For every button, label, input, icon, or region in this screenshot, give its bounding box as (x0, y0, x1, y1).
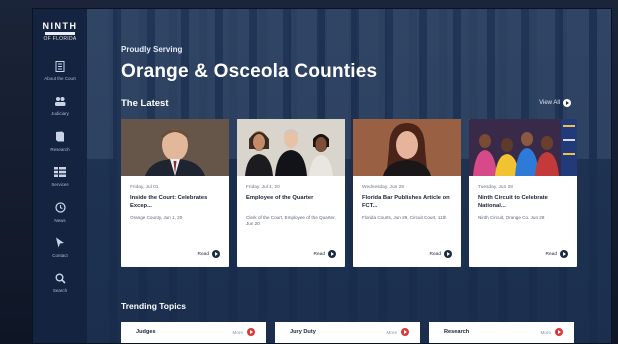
card-photo-author (353, 119, 461, 176)
card-excerpt: Ninth Circuit, Orange Co. Jun 28 (478, 215, 545, 220)
chevron-right-icon (563, 99, 571, 107)
sidebar-item-search[interactable]: Search (33, 272, 87, 293)
read-label: Read (197, 251, 209, 257)
card-title: Florida Bar Publishes Article on FCT... (362, 195, 450, 209)
chevron-right-icon (212, 250, 220, 258)
news-card[interactable]: Friday, Jul 1, 20 Employee of the Quarte… (237, 119, 345, 267)
more-label: More (386, 329, 397, 335)
read-label: Read (429, 251, 441, 257)
sidebar-item-about[interactable]: About the Court (33, 60, 87, 81)
sidebar-item-label: Search (52, 288, 68, 294)
sidebar-item-label: Judiciary (51, 111, 69, 117)
chevron-right-icon (401, 328, 409, 336)
read-link[interactable]: Read (198, 250, 220, 258)
card-excerpt: Clerk of the Court, Employee of the Quar… (246, 215, 336, 227)
main-content: Proudly Serving Orange & Osceola Countie… (87, 9, 611, 343)
topic-label: Jury Duty (290, 329, 316, 335)
trending-topic-list: Judges More Jury Duty More Research More (121, 322, 574, 343)
news-card[interactable]: Tuesday, Jun 28 Ninth Circuit to Celebra… (469, 119, 577, 267)
chevron-right-icon (560, 250, 568, 258)
card-excerpt: Orange County, Jun 1, 20 (130, 215, 183, 220)
topic-research[interactable]: Research More (429, 322, 574, 343)
sidebar-item-label: About the Court (44, 76, 76, 81)
sidebar-item-judiciary[interactable]: Judiciary (33, 95, 87, 116)
card-excerpt: Florida Courts, Jun 29, Circuit Court, 1… (362, 215, 447, 220)
grid-icon (54, 166, 66, 178)
chevron-right-icon (247, 328, 255, 336)
news-card[interactable]: Friday, Jul 01 Inside the Court: Celebra… (121, 119, 229, 267)
read-link[interactable]: Read (314, 250, 336, 258)
news-card[interactable]: Wednesday, Jun 29 Florida Bar Publishes … (353, 119, 461, 267)
logo-divider (45, 32, 75, 35)
chevron-right-icon (444, 250, 452, 258)
people-icon (54, 95, 66, 107)
view-all-link[interactable]: View All (539, 99, 571, 107)
logo-title: NINTH (42, 21, 78, 31)
read-label: Read (313, 251, 325, 257)
sidebar-item-label: Research (50, 146, 70, 152)
read-link[interactable]: Read (546, 250, 568, 258)
more-link[interactable]: More (541, 328, 563, 336)
sidebar-item-contact[interactable]: Contact (33, 237, 87, 258)
card-title: Ninth Circuit to Celebrate National... (478, 195, 548, 209)
card-title: Inside the Court: Celebrates Excep... (130, 195, 208, 209)
sidebar-item-label: Services (51, 182, 69, 188)
card-photo-judge (121, 119, 229, 176)
sidebar-item-news[interactable]: News (33, 202, 87, 223)
latest-section-title: The Latest (121, 98, 169, 109)
sidebar-item-services[interactable]: Services (33, 166, 87, 187)
topic-judges[interactable]: Judges More (121, 322, 266, 343)
court-logo[interactable]: NINTH OF FLORIDA (43, 21, 78, 42)
sidebar-nav: About the Court Judiciary Research Servi… (33, 60, 87, 294)
clock-icon (54, 202, 66, 214)
read-link[interactable]: Read (430, 250, 452, 258)
view-all-label: View All (539, 100, 560, 106)
more-link[interactable]: More (233, 328, 255, 336)
sidebar-item-label: Contact (52, 252, 68, 258)
card-date: Friday, Jul 1, 20 (246, 185, 280, 190)
sidebar: NINTH OF FLORIDA About the Court Judicia… (33, 9, 87, 343)
search-icon (54, 272, 66, 284)
hero-headline: Orange & Osceola Counties (121, 61, 378, 82)
card-date: Wednesday, Jun 29 (362, 185, 404, 190)
news-card-list: Friday, Jul 01 Inside the Court: Celebra… (121, 119, 577, 267)
hero-eyebrow: Proudly Serving (121, 45, 183, 54)
card-photo-group (237, 119, 345, 176)
more-label: More (540, 329, 551, 335)
more-link[interactable]: More (387, 328, 409, 336)
device-frame: NINTH OF FLORIDA About the Court Judicia… (0, 0, 618, 344)
topic-label: Judges (136, 329, 156, 335)
card-date: Friday, Jul 01 (130, 185, 159, 190)
card-date: Tuesday, Jun 28 (478, 185, 513, 190)
trending-section-title: Trending Topics (121, 301, 187, 311)
chevron-right-icon (328, 250, 336, 258)
read-label: Read (545, 251, 557, 257)
card-title: Employee of the Quarter (246, 195, 314, 201)
book-icon (54, 131, 66, 143)
topic-jury-duty[interactable]: Jury Duty More (275, 322, 420, 343)
sidebar-item-label: News (54, 217, 66, 223)
logo-subtitle: OF FLORIDA (43, 36, 77, 42)
more-label: More (232, 329, 243, 335)
chevron-right-icon (555, 328, 563, 336)
cursor-icon (54, 237, 66, 249)
card-photo-celebration (469, 119, 577, 176)
topic-label: Research (444, 329, 470, 335)
building-icon (54, 60, 66, 72)
app-screen: NINTH OF FLORIDA About the Court Judicia… (32, 8, 612, 344)
sidebar-item-research[interactable]: Research (33, 131, 87, 152)
